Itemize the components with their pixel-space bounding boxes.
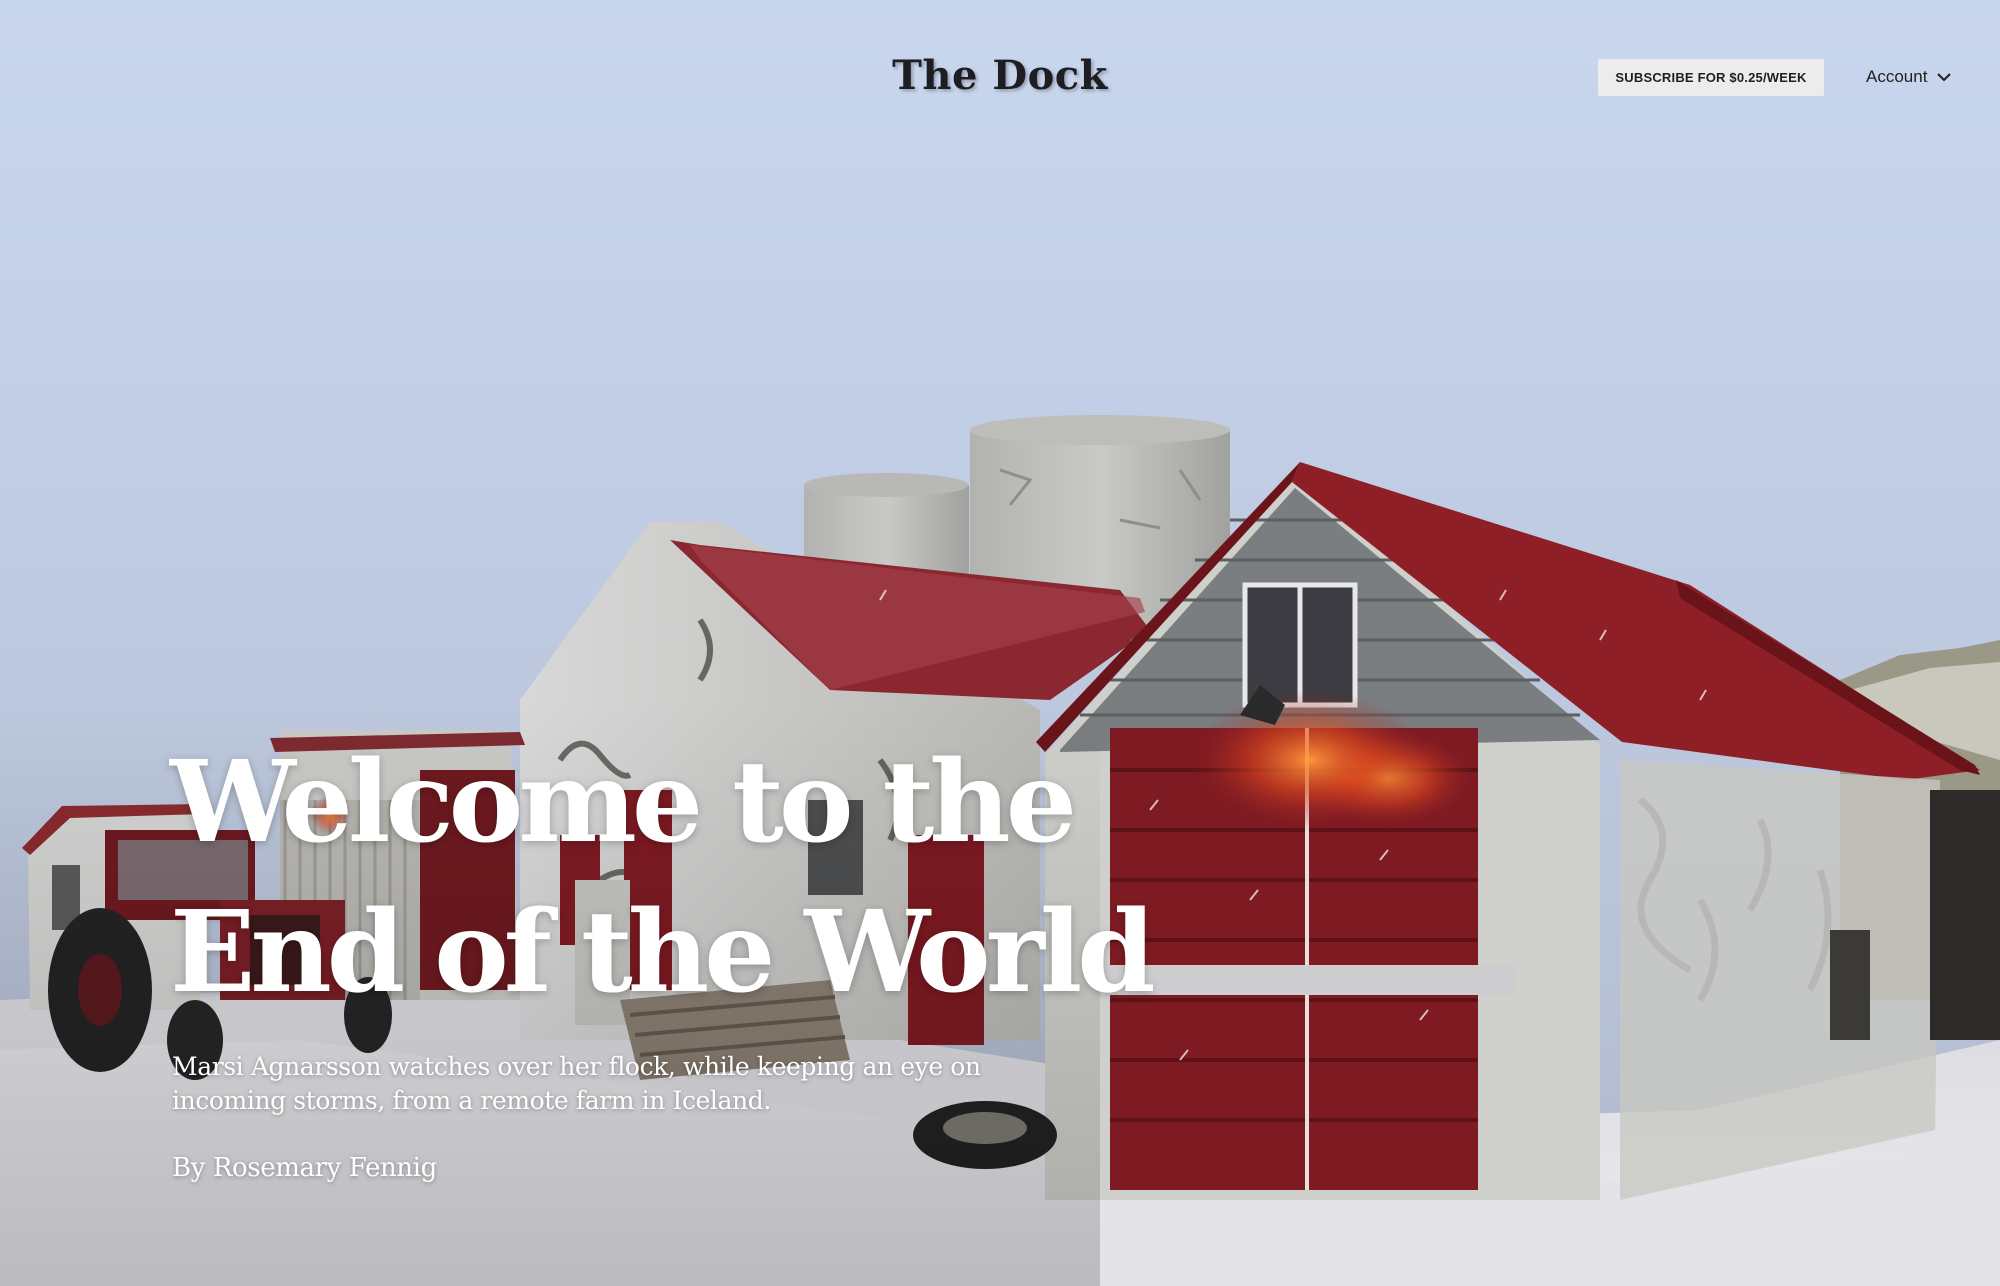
article-byline[interactable]: By Rosemary Fennig [172, 1153, 437, 1183]
subscribe-button[interactable]: SUBSCRIBE FOR $0.25/WEEK [1598, 59, 1824, 96]
article-headline: Welcome to the End of the World [170, 728, 1156, 1028]
article-dek: Marsi Agnarsson watches over her flock, … [172, 1052, 981, 1115]
chevron-down-icon [1937, 72, 1952, 81]
headline-line-2: End of the World [170, 887, 1156, 1018]
account-label: Account [1866, 67, 1928, 86]
account-menu[interactable]: Account [1866, 64, 1952, 90]
masthead: The Dock SUBSCRIBE FOR $0.25/WEEK Accoun… [0, 0, 2000, 160]
site-logo-link[interactable]: The Dock [892, 52, 1108, 99]
headline-line-1: Welcome to the [170, 737, 1077, 868]
